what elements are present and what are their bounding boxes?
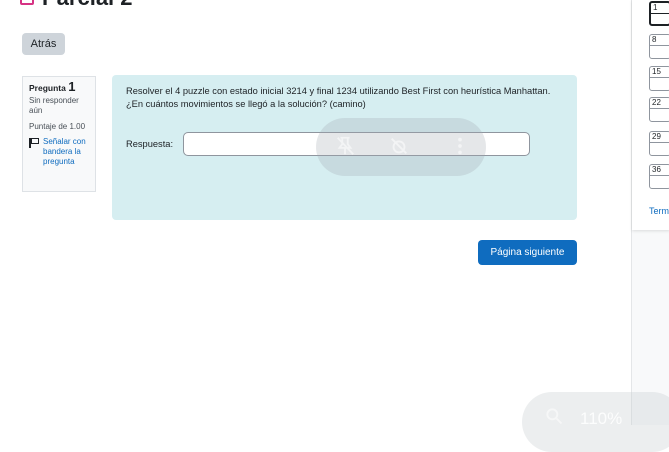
back-button[interactable]: Atrás bbox=[22, 33, 65, 55]
zoom-icon bbox=[546, 408, 563, 425]
answer-label: Respuesta: bbox=[126, 139, 174, 149]
question-number-label: Pregunta bbox=[29, 83, 66, 93]
question-state: Sin responder aún bbox=[29, 96, 79, 115]
question-text: Resolver el 4 puzzle con estado inicial … bbox=[126, 86, 551, 109]
quiz-navigation-drawer: 1 8 15 22 29 36 Term bbox=[631, 0, 669, 425]
more-options-icon[interactable] bbox=[449, 135, 471, 157]
finish-attempt-link[interactable]: Term bbox=[649, 206, 669, 216]
flag-icon bbox=[29, 138, 40, 148]
zoom-indicator: 110% bbox=[522, 392, 669, 452]
quiz-nav-item[interactable]: 22 bbox=[649, 97, 669, 122]
quiz-nav-item[interactable]: 36 bbox=[649, 164, 669, 189]
page-title: Parcial 2 bbox=[42, 0, 133, 11]
next-page-button[interactable]: Página siguiente bbox=[478, 240, 577, 265]
video-controls-overlay bbox=[316, 118, 486, 176]
unpin-icon[interactable] bbox=[334, 135, 356, 157]
quiz-nav-item[interactable]: 15 bbox=[649, 66, 669, 91]
page-header: Parcial 2 bbox=[20, 0, 133, 10]
question-grade: Puntaje de 1.00 bbox=[29, 122, 86, 131]
quiz-navigation-panel: 1 8 15 22 29 36 Term bbox=[632, 0, 669, 230]
question-info-panel: Pregunta 1 Sin responder aún Puntaje de … bbox=[22, 76, 96, 192]
flag-question-link[interactable]: Señalar con bandera la pregunta bbox=[29, 137, 89, 167]
camera-off-icon[interactable] bbox=[388, 135, 410, 157]
question-number: Pregunta 1 bbox=[29, 79, 89, 94]
quiz-nav-item[interactable]: 8 bbox=[649, 34, 669, 59]
flag-question-label[interactable]: Señalar con bandera la pregunta bbox=[43, 137, 89, 167]
quiz-nav-item[interactable]: 29 bbox=[649, 131, 669, 156]
zoom-level: 110% bbox=[580, 409, 623, 428]
question-number-value: 1 bbox=[68, 79, 76, 94]
quiz-icon bbox=[20, 0, 34, 5]
quiz-nav-item[interactable]: 1 bbox=[649, 1, 669, 26]
